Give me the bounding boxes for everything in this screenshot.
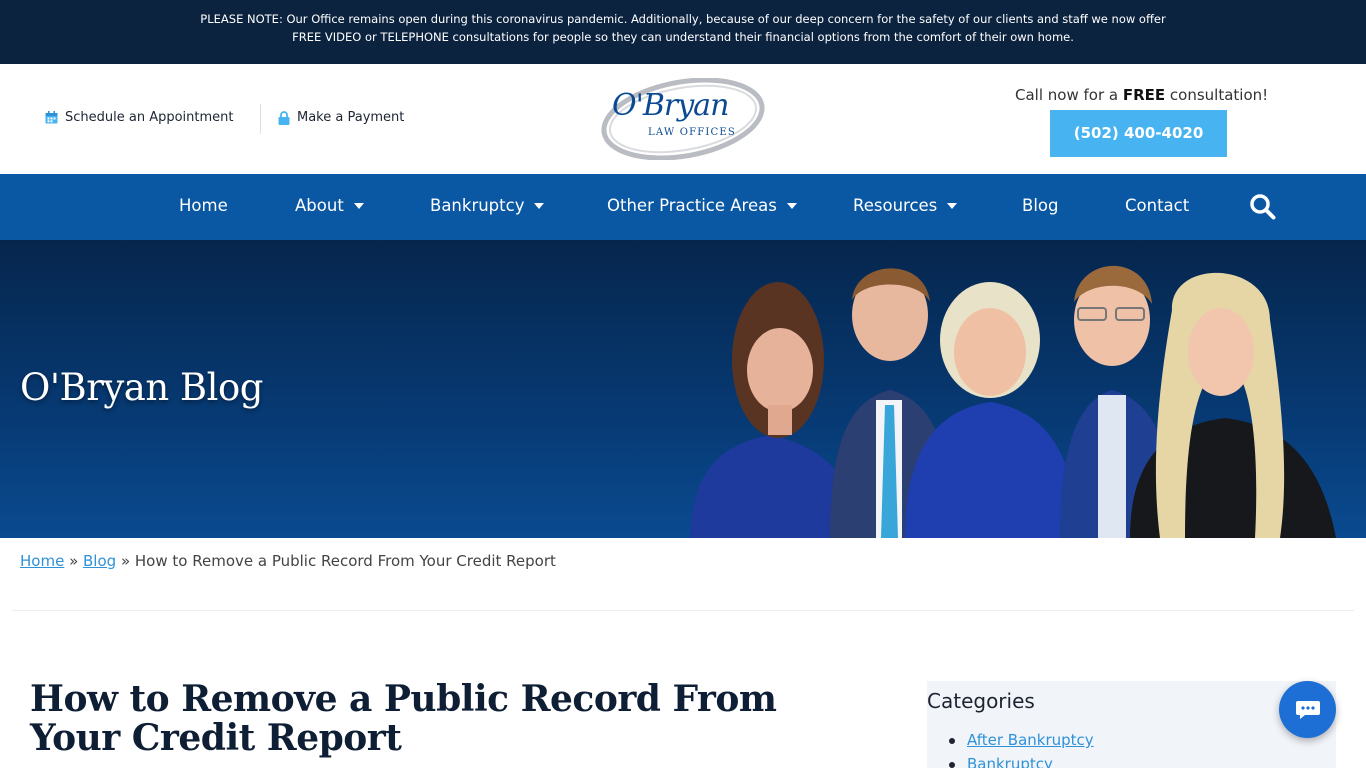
team-photo bbox=[690, 265, 1336, 538]
main-nav: Home About Bankruptcy Other Practice Are… bbox=[0, 174, 1366, 240]
caret-down-icon bbox=[786, 202, 797, 209]
make-payment-label: Make a Payment bbox=[297, 110, 405, 125]
cta-prefix: Call now for a bbox=[1015, 86, 1123, 104]
category-link[interactable]: After Bankruptcy bbox=[967, 731, 1094, 749]
caret-down-icon bbox=[947, 202, 958, 209]
chat-launcher-button[interactable] bbox=[1279, 681, 1336, 738]
logo-wordmark: O'Bryan bbox=[612, 88, 729, 123]
nav-item-blog[interactable]: Blog bbox=[1022, 196, 1058, 215]
notice-line-1: PLEASE NOTE: Our Office remains open dur… bbox=[200, 12, 1166, 26]
breadcrumb-divider bbox=[12, 610, 1354, 611]
nav-item-bankruptcy[interactable]: Bankruptcy bbox=[430, 196, 545, 215]
nav-label: About bbox=[295, 196, 344, 215]
breadcrumb-separator: » bbox=[64, 552, 84, 570]
sidebar-title: Categories bbox=[927, 689, 1035, 713]
breadcrumb-separator: » bbox=[116, 552, 135, 570]
breadcrumb-home-link[interactable]: Home bbox=[20, 552, 64, 570]
nav-item-resources[interactable]: Resources bbox=[853, 196, 958, 215]
breadcrumb-blog-link[interactable]: Blog bbox=[83, 552, 116, 570]
lock-icon bbox=[278, 110, 290, 125]
caret-down-icon bbox=[353, 202, 364, 209]
schedule-appointment-label: Schedule an Appointment bbox=[65, 110, 234, 125]
phone-call-button[interactable]: (502) 400-4020 bbox=[1050, 110, 1227, 157]
site-header: Schedule an Appointment Make a Payment O… bbox=[0, 64, 1366, 174]
nav-label: Other Practice Areas bbox=[607, 196, 777, 215]
categories-sidebar: Categories After Bankruptcy Bankruptcy bbox=[927, 681, 1336, 768]
nav-label: Resources bbox=[853, 196, 938, 215]
covid-notice-bar: PLEASE NOTE: Our Office remains open dur… bbox=[0, 0, 1366, 64]
hero-title: O'Bryan Blog bbox=[20, 366, 263, 409]
chat-icon bbox=[1295, 700, 1320, 719]
make-payment-link[interactable]: Make a Payment bbox=[278, 110, 404, 125]
category-link[interactable]: Bankruptcy bbox=[967, 755, 1053, 768]
schedule-appointment-link[interactable]: Schedule an Appointment bbox=[45, 110, 234, 125]
list-item: Bankruptcy bbox=[949, 755, 1094, 768]
breadcrumb-current: How to Remove a Public Record From Your … bbox=[134, 552, 556, 570]
nav-item-about[interactable]: About bbox=[295, 196, 364, 215]
nav-item-home[interactable]: Home bbox=[179, 196, 228, 215]
nav-item-contact[interactable]: Contact bbox=[1125, 196, 1189, 215]
cta-suffix: consultation! bbox=[1165, 86, 1269, 104]
notice-line-2: FREE VIDEO or TELEPHONE consultations fo… bbox=[292, 30, 1074, 44]
nav-label: Contact bbox=[1125, 196, 1190, 215]
nav-label: Bankruptcy bbox=[430, 196, 525, 215]
calendar-icon bbox=[45, 111, 58, 124]
cta-free: FREE bbox=[1122, 86, 1166, 104]
blog-hero-banner: O'Bryan Blog bbox=[0, 240, 1366, 538]
category-list: After Bankruptcy Bankruptcy bbox=[949, 731, 1094, 768]
breadcrumb: Home » Blog » How to Remove a Public Rec… bbox=[20, 552, 556, 570]
post-title: How to Remove a Public Record From Your … bbox=[30, 678, 777, 759]
nav-label: Blog bbox=[1022, 196, 1059, 215]
consultation-cta: Call now for a FREE consultation! bbox=[1015, 86, 1268, 104]
caret-down-icon bbox=[534, 202, 545, 209]
list-item: After Bankruptcy bbox=[949, 731, 1094, 749]
nav-label: Home bbox=[179, 196, 228, 215]
nav-item-other-practice-areas[interactable]: Other Practice Areas bbox=[607, 196, 797, 215]
utility-divider bbox=[260, 104, 261, 134]
search-icon[interactable] bbox=[1249, 193, 1276, 220]
logo-subtitle: LAW OFFICES bbox=[648, 127, 736, 138]
